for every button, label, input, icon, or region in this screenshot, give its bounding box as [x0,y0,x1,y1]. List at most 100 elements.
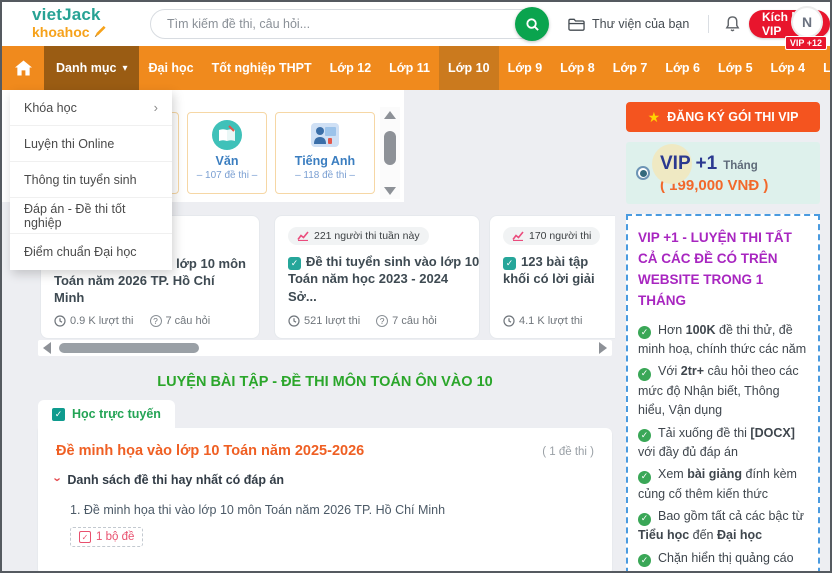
weekly-takers-badge: 170 người thi [503,227,600,245]
logo-line2: khoahoc [32,24,107,39]
vip-benefit-item: ✓Xem bài giảng đính kèm củng cố thêm kiế… [638,465,808,504]
exam-card-stats: 0.9 K lượt thi ? 7 câu hỏi [54,315,210,327]
attempts-stat: 521 lượt thi [288,315,360,327]
exam-calendar-icon: ✓ [288,257,301,270]
vip-plan-option[interactable]: VIP +1 Tháng ( 199,000 VNĐ ) [626,142,820,204]
vietjack-exam-page: vietJack khoahoc Thư viện của bạn Kích h… [0,0,832,573]
nav-item-lop-12[interactable]: Lớp 12 [321,46,381,90]
plan-details: VIP +1 Tháng ( 199,000 VNĐ ) [660,153,768,194]
scroll-right-arrow-icon[interactable] [599,342,607,354]
literature-book-icon [188,118,266,152]
scroll-left-arrow-icon[interactable] [43,342,51,354]
nav-item-lop-4[interactable]: Lớp 4 [762,46,815,90]
nav-item-lop-8[interactable]: Lớp 8 [551,46,604,90]
exam-card-stats: 4.1 K lượt thi [503,315,583,327]
nav-item-lop-5[interactable]: Lớp 5 [709,46,762,90]
danh-muc-dropdown: Khóa học › Luyện thi Online Thông tin tu… [10,90,172,270]
caret-down-icon: ▾ [122,63,127,74]
search-button[interactable] [515,7,549,41]
nav-item-lop-6[interactable]: Lớp 6 [656,46,709,90]
chevron-down-icon: › [51,477,66,481]
english-teacher-icon [276,118,374,152]
check-circle-icon: ✓ [638,326,651,339]
panel-header: Đề minh họa vào lớp 10 Toán năm 2025-202… [56,443,594,459]
header-divider [708,15,709,33]
register-vip-button[interactable]: ★ ĐĂNG KÝ GÓI THI VIP [626,102,820,132]
top-header: vietJack khoahoc Thư viện của bạn Kích h… [2,2,830,46]
horizontal-scroll-thumb[interactable] [59,343,199,353]
horizontal-scroll-track[interactable] [51,340,599,356]
checkbox-icon: ✓ [52,408,65,421]
menu-item-khoa-hoc[interactable]: Khóa học › [10,90,172,126]
question-icon: ? [376,315,388,327]
exam-set-badge[interactable]: ✓ 1 bộ đề [70,527,143,547]
vip-level-badge: VIP +12 [785,36,827,50]
nav-item-lop-truncated[interactable]: Lớp [814,46,830,90]
vip-benefits-box: VIP +1 - LUYỆN THI TẤT CẢ CÁC ĐỀ CÓ TRÊN… [626,214,820,573]
menu-item-luyen-thi-online[interactable]: Luyện thi Online [10,126,172,162]
clock-icon [54,315,66,327]
subject-card-tieng-anh[interactable]: Tiếng Anh – 118 đề thi – [275,112,375,194]
nav-item-lop-11[interactable]: Lớp 11 [380,46,439,90]
chart-icon [297,231,309,241]
chart-icon [512,231,524,241]
logo-line1: vietJack [32,6,107,23]
exam-list-panel: Đề minh họa vào lớp 10 Toán năm 2025-202… [38,428,612,573]
nav-item-danh-muc[interactable]: Danh mục ▾ [44,46,139,90]
menu-item-dap-an-de-thi[interactable]: Đáp án - Đề thi tốt nghiệp [10,198,172,234]
nav-item-dai-hoc[interactable]: Đại học [139,46,202,90]
folder-icon [568,17,585,32]
subject-card-van[interactable]: Văn – 107 đề thi – [187,112,267,194]
check-circle-icon: ✓ [638,513,651,526]
check-circle-icon: ✓ [638,554,651,567]
weekly-takers-badge: 221 người thi tuần này [288,227,429,245]
notification-bell-icon[interactable] [724,15,741,38]
main-nav: Danh mục ▾ Đại học Tốt nghiệp THPT Lớp 1… [2,46,830,90]
menu-item-diem-chuan-dai-hoc[interactable]: Điểm chuẩn Đại học [10,234,172,270]
exam-card-123-bai-tap[interactable]: 170 người thi ✓123 bài tập khối có lời g… [489,215,615,339]
vietjack-logo[interactable]: vietJack khoahoc [32,6,107,39]
nav-item-lop-7[interactable]: Lớp 7 [604,46,657,90]
exam-count-label: ( 1 đề thi ) [542,446,594,458]
exam-card-title: ✓123 bài tập khối có lời giải [503,253,602,288]
exam-card-tuyen-sinh-2023[interactable]: 221 người thi tuần này ✓Đề thi tuyển sin… [274,215,480,339]
exam-list-item[interactable]: 1. Đề minh họa thi vào lớp 10 môn Toán n… [70,503,594,517]
menu-item-thong-tin-tuyen-sinh[interactable]: Thông tin tuyển sinh [10,162,172,198]
search-input[interactable] [167,17,507,31]
check-circle-icon: ✓ [638,368,651,381]
vip-benefit-item: ✓Chặn hiển thị quảng cáo tăng khả năng t… [638,549,808,573]
attempts-stat: 4.1 K lượt thi [503,315,583,327]
nav-item-lop-10[interactable]: Lớp 10 [439,46,499,90]
scroll-down-arrow-icon[interactable] [384,187,396,195]
check-circle-icon: ✓ [638,471,651,484]
exam-calendar-icon: ✓ [503,257,516,270]
questions-stat: ? 7 câu hỏi [376,315,437,327]
subject-vertical-scrollbar[interactable] [380,107,400,199]
exam-card-title: ✓Đề thi tuyển sinh vào lớp 10 Toán năm h… [288,253,466,305]
check-circle-icon: ✓ [638,429,651,442]
clock-icon [503,315,515,327]
vip-benefit-item: ✓Tải xuống đề thi [DOCX] với đầy đủ đáp … [638,424,808,463]
library-label: Thư viện của bạn [592,17,689,31]
attempts-stat: 0.9 K lượt thi [54,315,134,327]
home-icon [15,60,32,76]
search-icon [525,17,540,32]
questions-stat: ? 7 câu hỏi [150,315,211,327]
calendar-check-icon: ✓ [79,531,91,543]
vip-benefits-heading: VIP +1 - LUYỆN THI TẤT CẢ CÁC ĐỀ CÓ TRÊN… [638,228,808,312]
plan-radio-selected[interactable] [636,166,650,180]
vertical-scroll-thumb[interactable] [384,131,396,165]
scroll-up-arrow-icon[interactable] [384,111,396,119]
plan-name: VIP +1 [660,153,717,175]
tab-hoc-truc-tuyen[interactable]: ✓ Học trực tuyến [38,400,175,428]
nav-item-tot-nghiep-thpt[interactable]: Tốt nghiệp THPT [203,46,321,90]
panel-title-link[interactable]: Đề minh họa vào lớp 10 Toán năm 2025-202… [56,443,364,459]
nav-item-lop-9[interactable]: Lớp 9 [499,46,552,90]
library-link[interactable]: Thư viện của bạn [568,2,689,46]
best-exams-toggle[interactable]: › Danh sách đề thi hay nhất có đáp án [56,472,594,487]
question-icon: ? [150,315,162,327]
submenu-arrow-icon: › [154,100,158,115]
home-button[interactable] [2,46,44,90]
cards-horizontal-scrollbar[interactable] [38,340,612,356]
user-avatar[interactable]: N [791,6,823,38]
